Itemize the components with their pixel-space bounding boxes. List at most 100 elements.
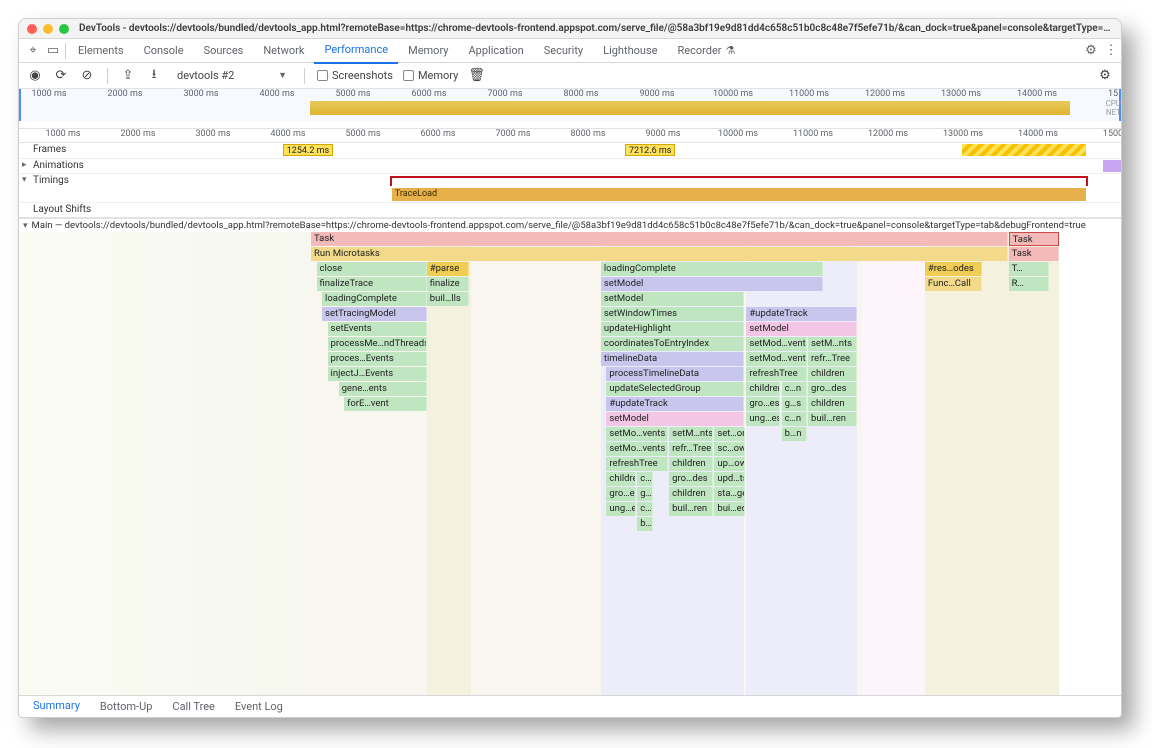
flame-bar[interactable]: setMo…vents (606, 442, 668, 456)
flame-bar[interactable]: Run Microtasks (311, 247, 1007, 261)
anim-segment[interactable] (1103, 160, 1121, 172)
flame-bar[interactable]: proces…Events (328, 352, 427, 366)
settings-gear-icon[interactable]: ⚙ (1081, 43, 1101, 58)
flame-bar[interactable]: gro…es (606, 487, 636, 501)
flame-bar[interactable]: b… (637, 517, 652, 531)
flame-bar[interactable]: g… (637, 487, 652, 501)
minimize-window-icon[interactable] (43, 24, 53, 34)
btab-summary[interactable]: Summary (23, 695, 90, 718)
track-layout-shifts[interactable]: Layout Shifts (19, 202, 1121, 217)
flame-bar[interactable]: ung…es (746, 412, 780, 426)
checkbox-memory[interactable]: Memory (403, 69, 458, 82)
tab-elements[interactable]: Elements (68, 39, 134, 63)
flame-bar[interactable]: setModel (746, 322, 856, 336)
flame-bar[interactable]: gro…des (808, 382, 857, 396)
flame-bar[interactable]: setMod…vents (746, 337, 807, 351)
flame-bar[interactable]: b…n (782, 427, 807, 441)
tab-sources[interactable]: Sources (194, 39, 254, 63)
flame-bar[interactable]: c…n (782, 382, 807, 396)
flame-bar[interactable]: refreshTree (746, 367, 807, 381)
flame-bar[interactable]: up…ow (714, 457, 745, 471)
flame-bar[interactable]: timelineData (601, 352, 744, 366)
flame-bar[interactable]: Task (1009, 247, 1060, 261)
tab-lighthouse[interactable]: Lighthouse (593, 39, 667, 63)
clear-icon[interactable]: ⊘ (79, 68, 95, 83)
trash-icon[interactable]: 🗑 (468, 68, 484, 83)
flame-bar[interactable]: setMod…vents (746, 352, 807, 366)
flame-bar[interactable]: finalizeTrace (317, 277, 427, 291)
settings-gear-icon[interactable]: ⚙ (1097, 68, 1113, 83)
flame-bar[interactable]: close (317, 262, 427, 276)
tab-security[interactable]: Security (534, 39, 593, 63)
flame-bar[interactable]: finalize (427, 277, 469, 291)
tab-performance[interactable]: Performance (314, 38, 398, 64)
flame-bar[interactable]: g…s (782, 397, 807, 411)
flame-bar[interactable]: ung…es (606, 502, 636, 516)
flame-bar[interactable]: R… (1009, 277, 1050, 291)
close-window-icon[interactable] (27, 24, 37, 34)
flame-bar[interactable]: loadingComplete (322, 292, 427, 306)
flame-bar[interactable]: Func…Call (925, 277, 982, 291)
flame-bar[interactable]: gro…des (669, 472, 713, 486)
flame-bar[interactable]: children (746, 382, 780, 396)
profile-select[interactable]: devtools #2 ▼ (172, 67, 292, 84)
time-ruler[interactable]: 1000 ms2000 ms3000 ms4000 ms5000 ms6000 … (19, 129, 1121, 143)
flame-bar[interactable]: setM…nts (669, 427, 713, 441)
flame-bar[interactable]: updateHighlight (601, 322, 744, 336)
flame-bar[interactable]: bui…ed (714, 502, 745, 516)
frame-segment[interactable] (962, 144, 1086, 156)
flame-bar[interactable]: setMo…vents (606, 427, 668, 441)
flame-bar[interactable]: children (808, 367, 857, 381)
more-vert-icon[interactable]: ⋮ (1101, 43, 1121, 58)
flame-bar[interactable]: loadingComplete (601, 262, 824, 276)
track-timings[interactable]: Timings TraceLoad (19, 173, 1121, 202)
download-icon[interactable]: ⭳ (146, 65, 162, 87)
tab-console[interactable]: Console (134, 39, 194, 63)
flame-bar[interactable]: processTimelineData (606, 367, 744, 381)
flame-bar[interactable]: setModel (606, 412, 744, 426)
flame-bar[interactable]: buil…ren (808, 412, 857, 426)
flame-bar[interactable]: updateSelectedGroup (606, 382, 744, 396)
flame-bar[interactable]: children (606, 472, 636, 486)
flame-bar[interactable]: forE…vent (344, 397, 427, 411)
flame-chart[interactable]: TaskTaskRun MicrotasksTaskclose#parseloa… (19, 232, 1121, 695)
upload-icon[interactable]: ⇪ (120, 68, 136, 83)
btab-bottom-up[interactable]: Bottom-Up (90, 696, 163, 718)
flame-bar[interactable]: setTracingModel (322, 307, 427, 321)
flame-bar[interactable]: refr…Tree (669, 442, 713, 456)
flame-bar[interactable]: setModel (601, 292, 744, 306)
btab-call-tree[interactable]: Call Tree (162, 696, 224, 718)
reload-icon[interactable]: ⟳ (53, 68, 69, 83)
track-frames[interactable]: Frames 1254.2 ms 7212.6 ms (19, 143, 1121, 158)
flame-bar[interactable]: buil…ren (669, 502, 713, 516)
timing-segment[interactable]: TraceLoad (392, 188, 1086, 201)
tab-memory[interactable]: Memory (398, 39, 458, 63)
flame-bar[interactable]: gro…es (746, 397, 780, 411)
flame-bar[interactable]: upd…ts (714, 472, 745, 486)
record-icon[interactable]: ◉ (27, 68, 43, 83)
overview-timeline[interactable]: 1000 ms2000 ms3000 ms4000 ms5000 ms6000 … (19, 89, 1121, 129)
tab-network[interactable]: Network (253, 39, 314, 63)
overview-selection[interactable] (19, 89, 1121, 121)
flame-bar[interactable]: #res…odes (925, 262, 982, 276)
flame-bar[interactable]: coordinatesToEntryIndex (601, 337, 744, 351)
track-animations[interactable]: Animations (19, 158, 1121, 173)
flame-bar[interactable]: children (669, 487, 713, 501)
tab-recorder[interactable]: Recorder (667, 39, 745, 63)
flame-bar[interactable]: sta…ge (714, 487, 745, 501)
flame-bar[interactable]: sc…ow (714, 442, 745, 456)
flame-bar[interactable]: #updateTrack (746, 307, 856, 321)
frame-segment[interactable]: 1254.2 ms (283, 144, 333, 156)
flame-bar[interactable]: c… (637, 502, 652, 516)
main-thread-header[interactable]: Main — devtools://devtools/bundled/devto… (19, 218, 1121, 232)
device-toggle-icon[interactable]: ▭ (43, 43, 63, 58)
flame-bar[interactable]: #parse (427, 262, 469, 276)
flame-bar[interactable]: setEvents (328, 322, 427, 336)
tab-application[interactable]: Application (458, 39, 533, 63)
flame-bar[interactable]: injectJ…Events (328, 367, 427, 381)
flame-bar[interactable]: Task (311, 232, 1007, 246)
inspect-element-icon[interactable]: ⌖ (23, 43, 43, 58)
flame-bar[interactable]: setModel (601, 277, 824, 291)
flame-bar[interactable]: buil…lls (427, 292, 469, 306)
flame-bar[interactable]: c… (637, 472, 652, 486)
